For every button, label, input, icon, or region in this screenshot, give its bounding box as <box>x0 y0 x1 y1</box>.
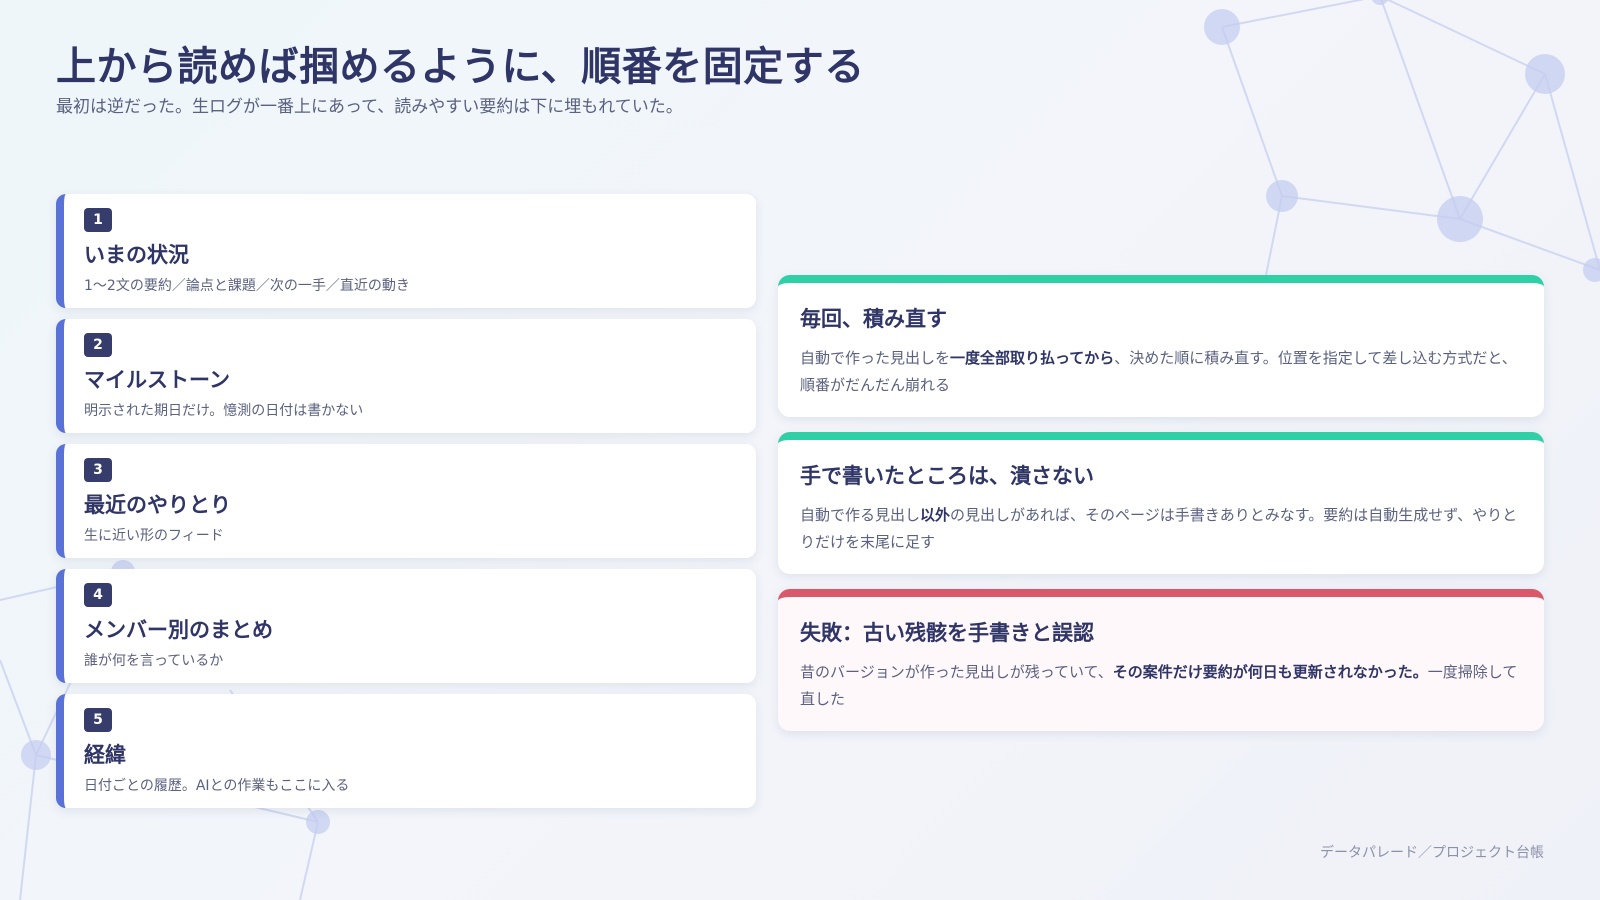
section-step-card: 5 経緯 日付ごとの履歴。AIとの作業もここに入る <box>56 694 756 808</box>
section-step-card: 1 いまの状況 1〜2文の要約／論点と課題／次の一手／直近の動き <box>56 194 756 308</box>
page-title: 上から読めば掴めるように、順番を固定する <box>56 44 865 90</box>
rule-body-text: 自動で作った見出しを <box>800 349 951 367</box>
rule-body: 自動で作る見出し以外の見出しがあれば、そのページは手書きありとみなす。要約は自動… <box>800 502 1522 556</box>
rule-body: 昔のバージョンが作った見出しが残っていて、その案件だけ要約が何日も更新されなかっ… <box>800 659 1522 713</box>
step-title: 経緯 <box>84 743 126 767</box>
rules-panel: 毎回、積み直す 自動で作った見出しを一度全部取り払ってから、決めた順に積み直す。… <box>778 275 1544 746</box>
step-number-badge: 3 <box>84 458 112 482</box>
rule-body: 自動で作った見出しを一度全部取り払ってから、決めた順に積み直す。位置を指定して差… <box>800 345 1522 399</box>
rule-card-rebuild: 毎回、積み直す 自動で作った見出しを一度全部取り払ってから、決めた順に積み直す。… <box>778 275 1544 417</box>
step-number-badge: 5 <box>84 708 112 732</box>
section-step-card: 4 メンバー別のまとめ 誰が何を言っているか <box>56 569 756 683</box>
rule-body-text: 昔のバージョンが作った見出しが残っていて、 <box>800 663 1113 681</box>
step-title: 最近のやりとり <box>84 493 231 517</box>
section-step-card: 2 マイルストーン 明示された期日だけ。憶測の日付は書かない <box>56 319 756 433</box>
rule-body-emphasis: 一度全部取り払ってから <box>950 349 1115 367</box>
step-number-badge: 1 <box>84 208 112 232</box>
step-description: 日付ごとの履歴。AIとの作業もここに入る <box>84 778 350 794</box>
step-description: 誰が何を言っているか <box>84 653 224 669</box>
section-step-card: 3 最近のやりとり 生に近い形のフィード <box>56 444 756 558</box>
step-description: 生に近い形のフィード <box>84 528 224 544</box>
page-subtitle: 最初は逆だった。生ログが一番上にあって、読みやすい要約は下に埋もれていた。 <box>56 97 683 117</box>
step-title: メンバー別のまとめ <box>84 618 273 642</box>
rule-title: 失敗：古い残骸を手書きと誤認 <box>800 621 1094 645</box>
step-title: マイルストーン <box>84 368 230 392</box>
rule-card-keep-manual: 手で書いたところは、潰さない 自動で作る見出し以外の見出しがあれば、そのページは… <box>778 432 1544 574</box>
step-number-badge: 2 <box>84 333 112 357</box>
step-number-badge: 4 <box>84 583 112 607</box>
step-title: いまの状況 <box>84 243 189 267</box>
rule-title: 手で書いたところは、潰さない <box>800 464 1094 488</box>
rule-card-failure: 失敗：古い残骸を手書きと誤認 昔のバージョンが作った見出しが残っていて、その案件… <box>778 589 1544 731</box>
rule-title: 毎回、積み直す <box>800 307 947 331</box>
rule-body-text: 自動で作る見出し <box>800 506 921 524</box>
section-order-list: 1 いまの状況 1〜2文の要約／論点と課題／次の一手／直近の動き 2 マイルスト… <box>56 194 756 819</box>
step-description: 1〜2文の要約／論点と課題／次の一手／直近の動き <box>84 278 410 294</box>
rule-body-emphasis: 以外 <box>920 506 951 524</box>
footer-source: データパレード／プロジェクト台帳 <box>1320 845 1544 861</box>
step-description: 明示された期日だけ。憶測の日付は書かない <box>84 403 364 419</box>
rule-body-emphasis: その案件だけ要約が何日も更新されなかった。 <box>1112 663 1428 681</box>
